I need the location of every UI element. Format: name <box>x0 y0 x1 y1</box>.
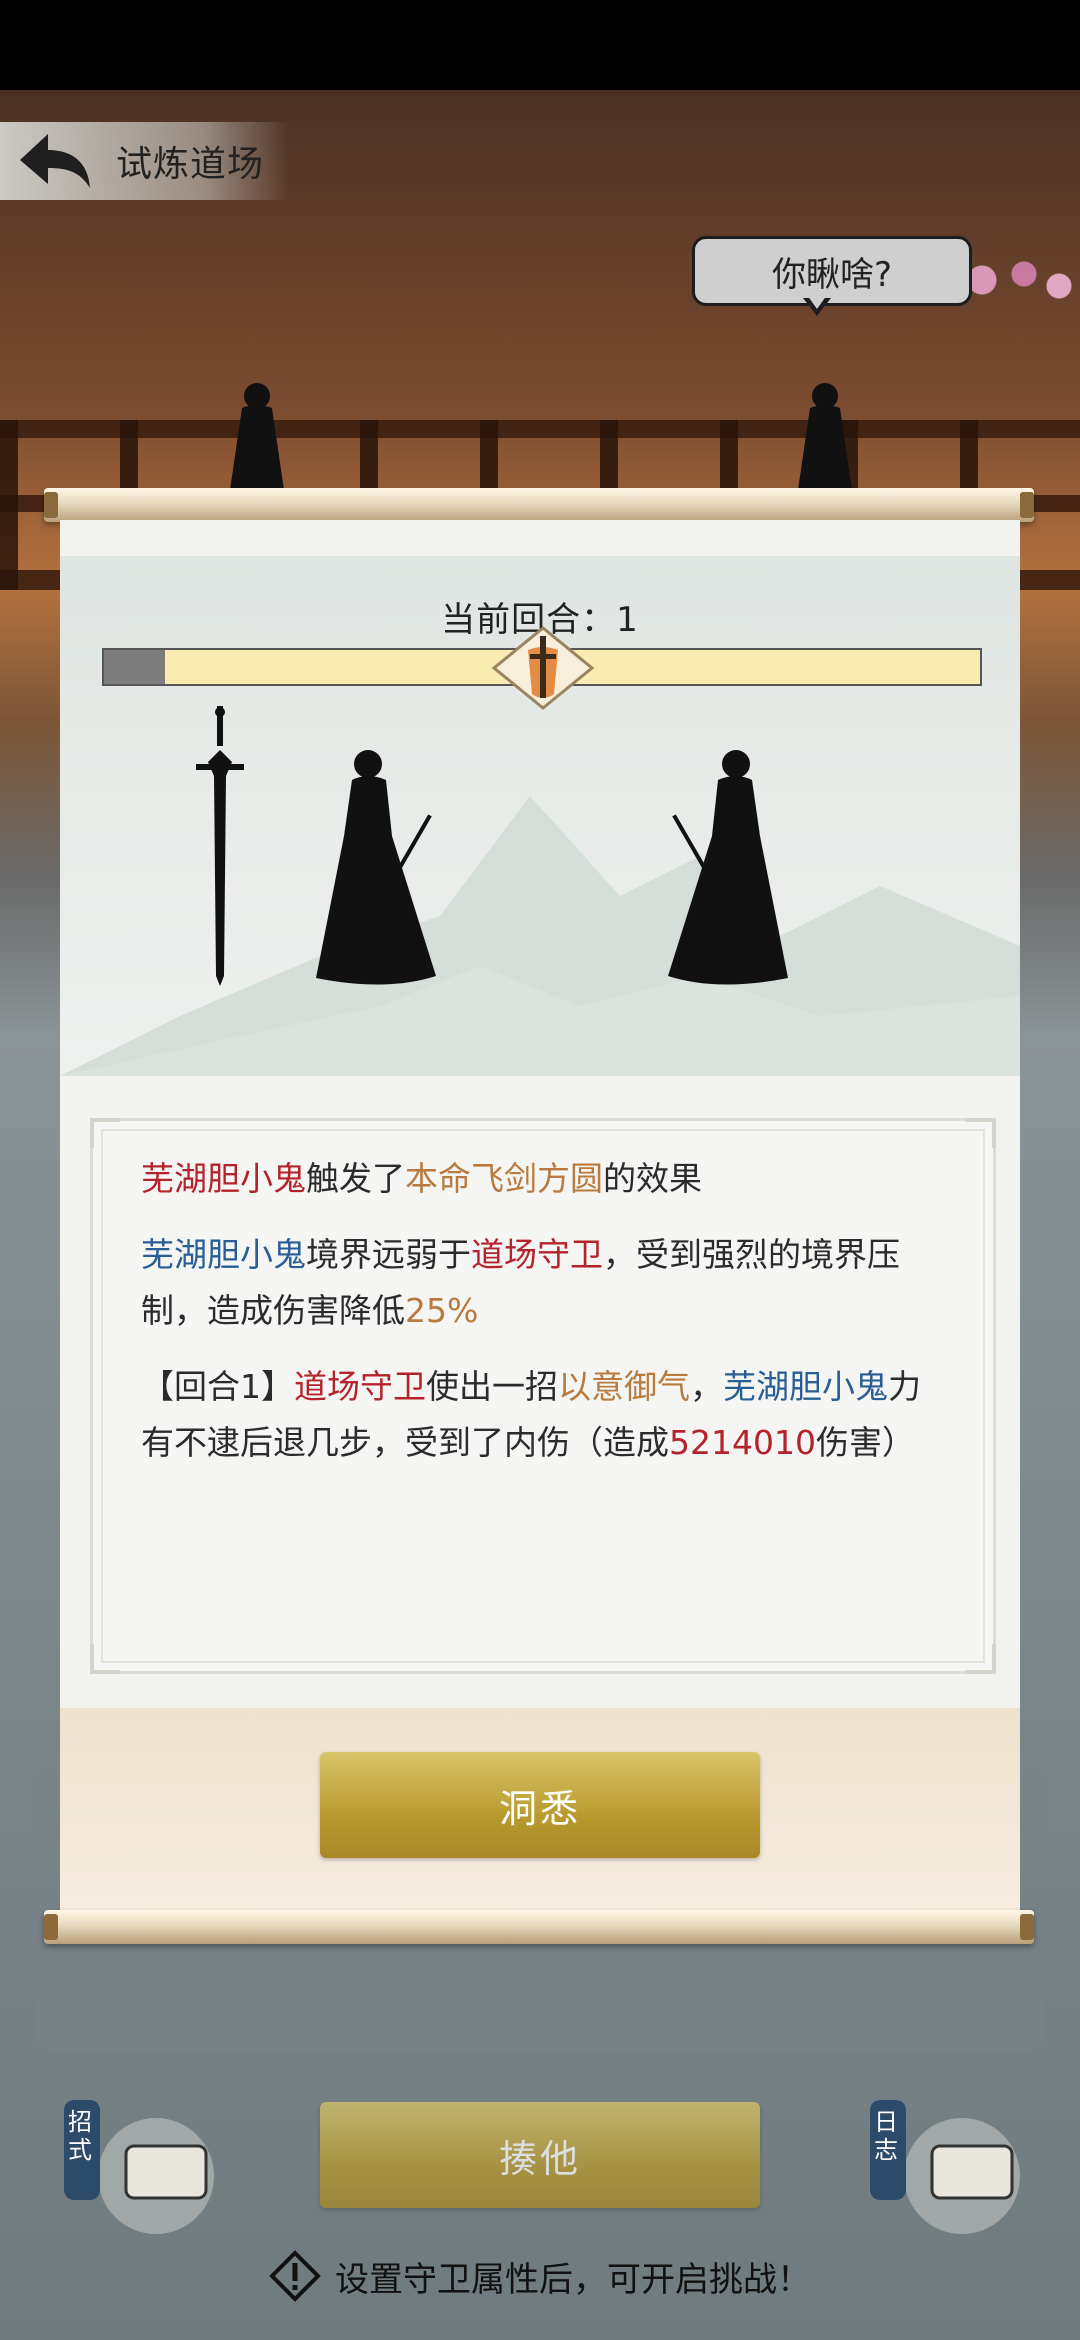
fight-button[interactable]: 揍他 <box>320 2102 760 2208</box>
log-entry: 【回合1】道场守卫使出一招以意御气，芜湖胆小鬼力有不逮后退几步，受到了内伤（造成… <box>141 1359 951 1471</box>
log-segment: 境界远弱于 <box>306 1235 471 1274</box>
round-progress-fill <box>104 650 166 684</box>
log-segment: 的效果 <box>603 1159 702 1198</box>
log-entry: 芜湖胆小鬼触发了本命飞剑方圆的效果 <box>141 1151 951 1207</box>
background-figure-right <box>798 383 852 490</box>
log-segment: 芜湖胆小鬼 <box>723 1367 888 1406</box>
log-tab-button[interactable]: 日志 <box>862 2096 1022 2256</box>
battle-log-panel: 芜湖胆小鬼触发了本命飞剑方圆的效果 芜湖胆小鬼境界远弱于道场守卫，受到强烈的境界压… <box>90 1118 996 1674</box>
log-segment: 道场守卫 <box>294 1367 426 1406</box>
log-segment: 25% <box>405 1291 479 1330</box>
battle-log-text: 芜湖胆小鬼触发了本命飞剑方圆的效果 芜湖胆小鬼境界远弱于道场守卫，受到强烈的境界压… <box>141 1151 951 1491</box>
log-segment: 【回合1】 <box>141 1367 294 1406</box>
status-bar <box>0 0 1080 90</box>
sword-icon <box>491 626 595 710</box>
log-segment: 芜湖胆小鬼 <box>141 1159 306 1198</box>
log-entry: 芜湖胆小鬼境界远弱于道场守卫，受到强烈的境界压制，造成伤害降低25% <box>141 1227 951 1339</box>
warning-bar: 设置守卫属性后，可开启挑战！ <box>0 2250 1080 2302</box>
moves-tab-label: 招式 <box>68 2108 92 2164</box>
log-segment: 5214010 <box>669 1423 816 1462</box>
confirm-button[interactable]: 洞悉 <box>320 1752 760 1858</box>
modal-button-area: 洞悉 <box>60 1708 1020 1912</box>
log-segment: 道场守卫 <box>471 1235 603 1274</box>
log-segment: 本命飞剑方圆 <box>405 1159 603 1198</box>
moves-tab-button[interactable]: 招式 <box>56 2096 216 2256</box>
speech-bubble-tail <box>803 295 831 316</box>
log-segment: ， <box>690 1367 723 1406</box>
battle-log-modal: 当前回合：1 芜湖胆小鬼触发了本命飞剑方圆的效果 芜湖胆小鬼境界远弱于道场守卫，… <box>60 520 1020 1912</box>
log-tab-label: 日志 <box>874 2108 898 2164</box>
background-figure-left <box>230 383 284 490</box>
warning-icon <box>269 2250 321 2302</box>
battle-arena: 当前回合：1 <box>60 556 1020 1076</box>
back-arrow-icon <box>20 134 90 188</box>
guard-silhouette <box>668 750 788 985</box>
flying-sword-icon <box>196 706 244 986</box>
log-segment: 伤害） <box>815 1423 915 1462</box>
log-segment: 以意御气 <box>558 1367 690 1406</box>
log-segment: 触发了 <box>306 1159 405 1198</box>
warning-text: 设置守卫属性后，可开启挑战！ <box>335 2259 811 2300</box>
scroll-rod-bottom <box>44 1910 1034 1944</box>
speech-bubble: 你瞅啥? <box>692 236 972 306</box>
back-button[interactable]: 试炼道场 <box>0 122 290 200</box>
page-title: 试炼道场 <box>116 144 265 185</box>
log-segment: 使出一招 <box>426 1367 558 1406</box>
scroll-rod-top <box>44 488 1034 522</box>
player-silhouette <box>316 750 436 985</box>
log-segment: 芜湖胆小鬼 <box>141 1235 306 1274</box>
